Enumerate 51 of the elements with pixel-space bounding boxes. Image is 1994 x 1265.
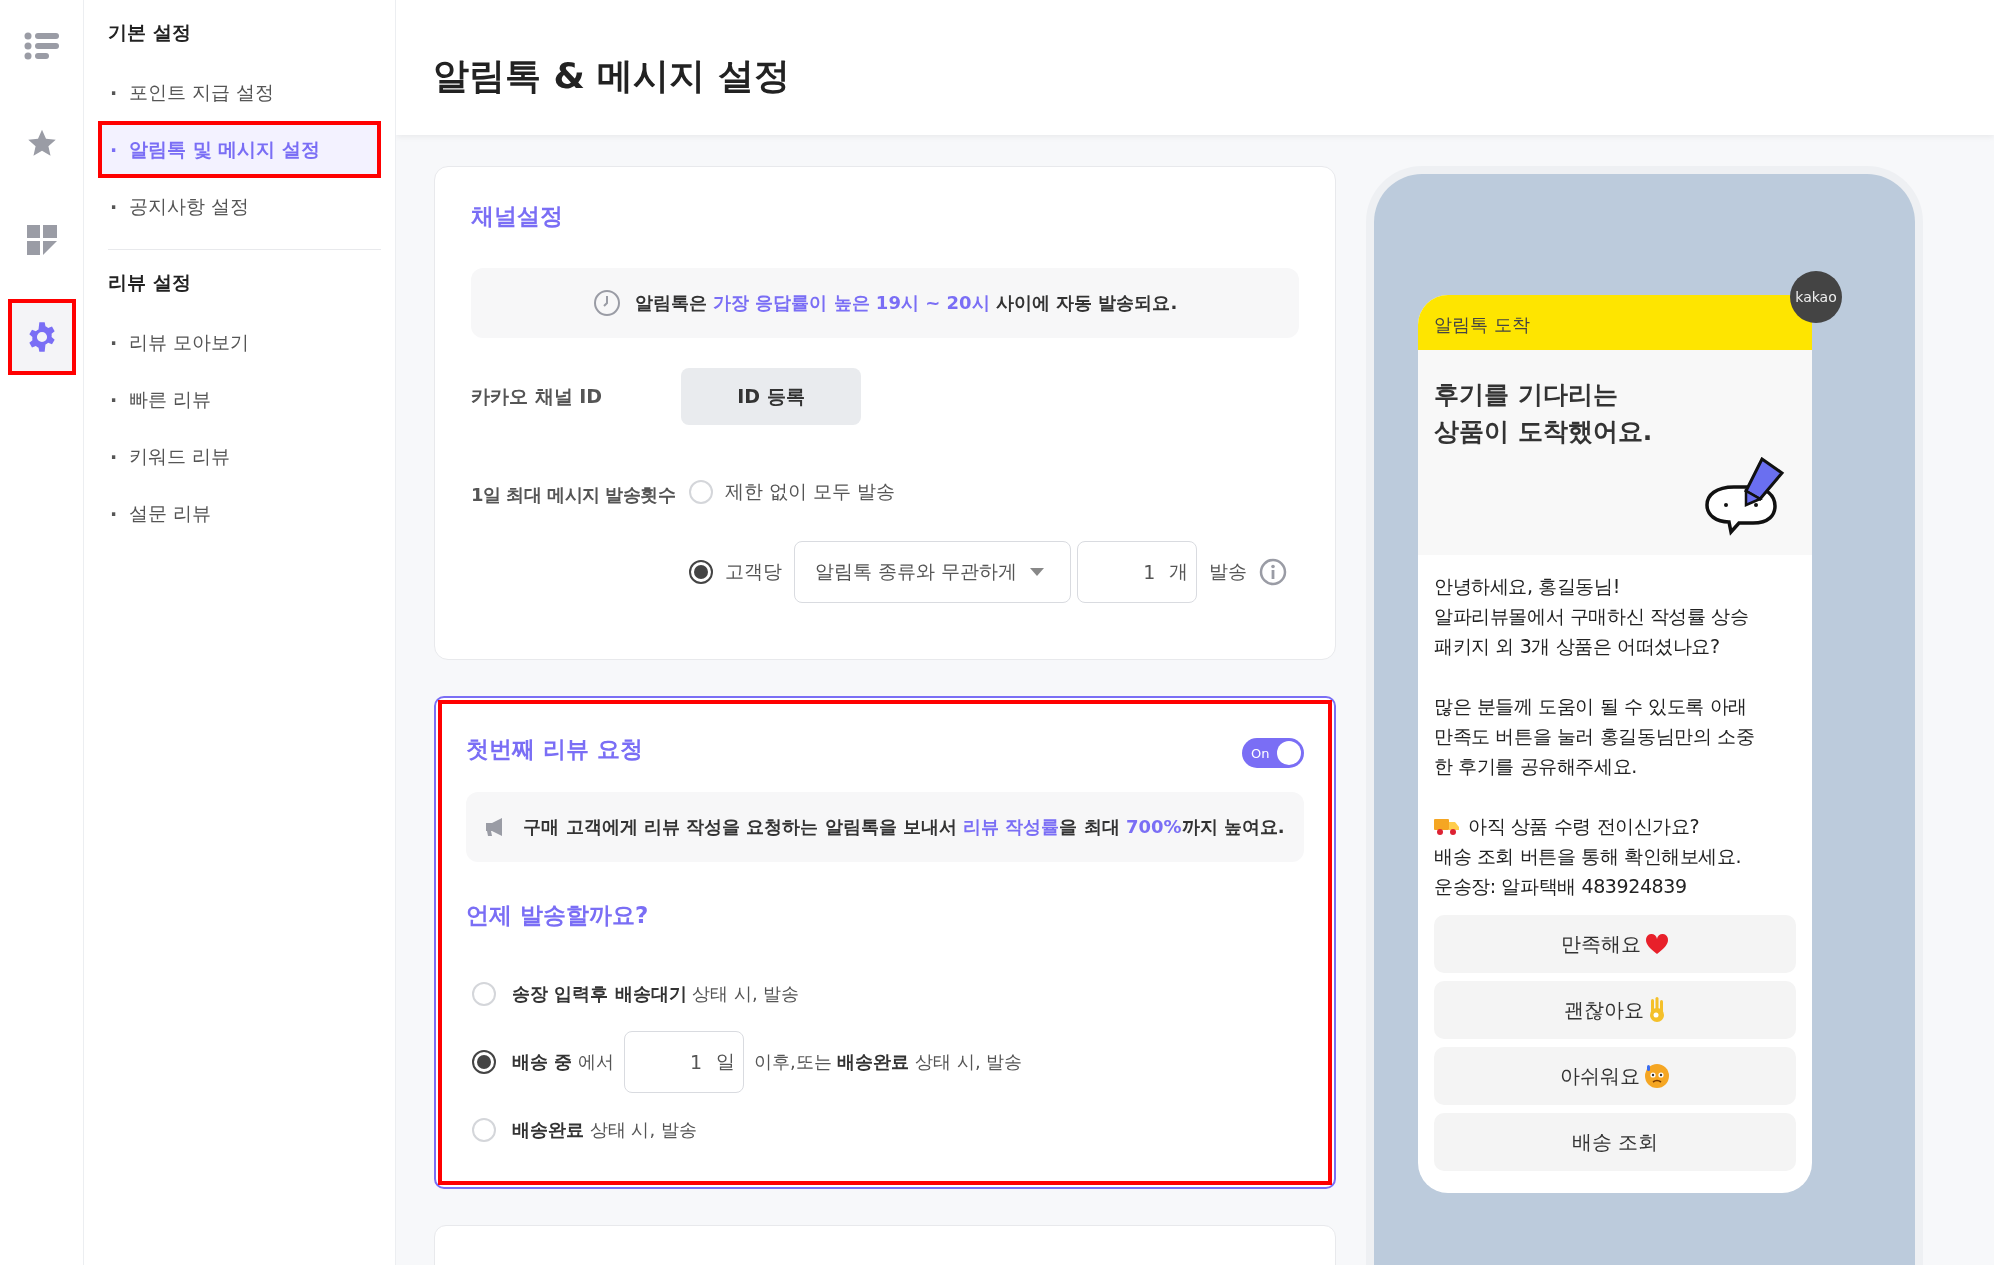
notice-text: 구매 고객에게 리뷰 작성을 요청하는 알림톡을 보내서 리뷰 작성률을 최대 700%까지 높여요. bbox=[523, 815, 1285, 839]
message-text: 많은 분들께 도움이 될 수 있도록 아래 만족도 버튼을 눌러 홍길동님만의 소중 한 후기를 공유해주세요. bbox=[1434, 694, 1756, 779]
message-text: 안녕하세요, 홍길동님! 알파리뷰몰에서 구매하신 작성률 상승 패키지 외 3개 상품은 어떠셨나요? bbox=[1434, 574, 1750, 659]
page-title: 알림톡 & 메시지 설정 bbox=[433, 54, 790, 98]
ok-hand-icon bbox=[1648, 997, 1666, 1023]
kakao-badge: kakao bbox=[1790, 271, 1842, 323]
message-title: 후기를 기다리는 상품이 도착했어요. bbox=[1434, 379, 1654, 448]
info-icon bbox=[1259, 558, 1288, 586]
dropdown[interactable]: 알림톡 종류와 무관하게 bbox=[794, 541, 1072, 603]
section-title: 채널설정 bbox=[471, 202, 563, 231]
option-label: 배송완료 상태 시, 발송 bbox=[512, 1118, 697, 1142]
list-icon bbox=[23, 32, 60, 60]
option-label: 제한 없이 모두 발송 bbox=[725, 479, 896, 504]
section-question: 언제 발송할까요? bbox=[466, 901, 649, 930]
option-label: 배송 중 에서 bbox=[512, 1050, 614, 1074]
sidebar-item[interactable]: · 리뷰 모아보기 bbox=[98, 314, 381, 371]
sidebar-item[interactable]: · 공지사항 설정 bbox=[98, 178, 381, 235]
caret-icon bbox=[1030, 568, 1045, 576]
sidebar-heading: 기본 설정 bbox=[107, 20, 192, 45]
field-label: 1일 최대 메시지 발송횟수 bbox=[471, 483, 676, 507]
days-field[interactable]: 1 일 bbox=[624, 1031, 744, 1093]
sidebar-heading: 리뷰 설정 bbox=[107, 270, 192, 295]
reply-button[interactable]: 배송 조회 bbox=[1434, 1113, 1796, 1171]
option-label: 발송 bbox=[1209, 559, 1248, 584]
section-title: 첫번째 리뷰 요청 bbox=[466, 734, 643, 764]
sidebar-item[interactable]: · 알림톡 및 메시지 설정 bbox=[98, 121, 381, 178]
rail-nav-button[interactable] bbox=[7, 299, 76, 375]
sidebar-item[interactable]: · 키워드 리뷰 bbox=[98, 428, 381, 485]
clock-icon bbox=[592, 289, 621, 317]
field-label: 카카오 채널 ID bbox=[471, 383, 604, 409]
reply-button[interactable]: 아쉬워요 bbox=[1434, 1047, 1796, 1105]
sidebar-item[interactable]: · 빠른 리뷰 bbox=[98, 371, 381, 428]
sidebar-item[interactable]: · 포인트 지급 설정 bbox=[98, 64, 381, 121]
reply-button[interactable]: 괜찮아요 bbox=[1434, 981, 1796, 1039]
worried-face-icon bbox=[1644, 1063, 1670, 1089]
message-text: 아직 상품 수령 전이신가요? bbox=[1468, 814, 1700, 839]
toggle-switch[interactable]: On bbox=[1242, 738, 1304, 768]
option-label: 고객당 bbox=[725, 559, 783, 584]
message-text: 배송 조회 버튼을 통해 확인해보세요. 운송장: 알파택배 483924839 bbox=[1434, 844, 1743, 899]
option-label: 송장 입력후 배송대기 상태 시, 발송 bbox=[512, 982, 800, 1006]
sidebar-item[interactable]: · 설문 리뷰 bbox=[98, 485, 381, 542]
truck-icon bbox=[1434, 816, 1460, 836]
count-field[interactable]: 1 개 bbox=[1077, 541, 1198, 603]
register-id-button[interactable]: ID 등록 bbox=[681, 368, 861, 425]
radio-button[interactable] bbox=[472, 1050, 496, 1074]
radio-button[interactable] bbox=[689, 560, 714, 584]
notice-text: 알림톡은 가장 응답률이 높은 19시 ~ 20시 사이에 자동 발송되요. bbox=[634, 291, 1178, 315]
heart-icon bbox=[1645, 933, 1669, 955]
option-label: 이후,또는 배송완료 상태 시, 발송 bbox=[754, 1050, 1023, 1074]
reply-button[interactable]: 만족해요 bbox=[1434, 915, 1796, 973]
dashboard-icon bbox=[26, 225, 57, 255]
